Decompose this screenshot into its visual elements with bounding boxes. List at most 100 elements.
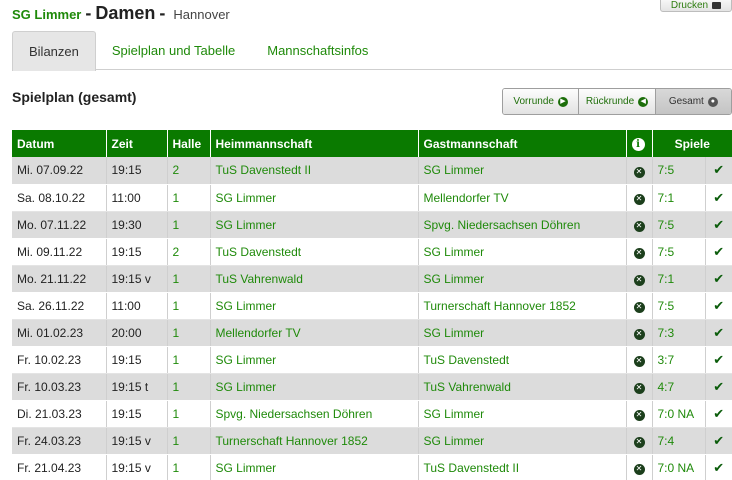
cell-heim-link[interactable]: SG Limmer [210, 346, 419, 374]
col-zeit: Zeit [106, 130, 168, 157]
check-icon: ✔ [713, 459, 725, 475]
cell-heim-link[interactable]: TuS Vahrenwald [210, 265, 419, 293]
col-datum: Datum [12, 130, 107, 157]
cell-gast-link[interactable]: TuS Vahrenwald [418, 373, 627, 401]
cell-gast-link[interactable]: Spvg. Niedersachsen Döhren [418, 211, 627, 239]
title-separator-2: - [159, 3, 166, 23]
check-icon: ✔ [713, 324, 725, 340]
filter-gesamt-button[interactable]: Gesamt ● [655, 89, 731, 114]
cell-halle-link[interactable]: 1 [167, 400, 211, 428]
cell-ergebnis-link[interactable]: 7:3 [652, 319, 706, 347]
table-row: Fr. 21.04.23 19:15 v 1 SG Limmer TuS Davenst… [12, 454, 732, 480]
cell-zeit: 19:15 [106, 157, 168, 185]
cell-ergebnis-link[interactable]: 7:1 [652, 265, 706, 293]
cell-heim-link[interactable]: SG Limmer [210, 454, 419, 480]
close-circle-icon[interactable]: ✕ [633, 220, 645, 232]
check-icon: ✔ [713, 378, 725, 394]
check-icon: ✔ [713, 270, 725, 286]
cell-halle-link[interactable]: 2 [167, 238, 211, 266]
tab-bilanzen[interactable]: Bilanzen [12, 31, 96, 71]
cell-zeit: 19:15 t [106, 373, 168, 401]
cell-ergebnis-link[interactable]: 7:5 [652, 238, 706, 266]
col-gastmannschaft: Gastmannschaft [418, 130, 627, 157]
cell-gast-link[interactable]: SG Limmer [418, 319, 627, 347]
check-icon: ✔ [713, 189, 725, 205]
cell-heim-link[interactable]: Spvg. Niedersachsen Döhren [210, 400, 419, 428]
cell-approved: ✔ [705, 346, 732, 374]
cell-status: ✕ [626, 265, 653, 293]
cell-datum: Mi. 09.11.22 [12, 238, 107, 266]
cell-heim-link[interactable]: TuS Davenstedt [210, 238, 419, 266]
check-icon: ✔ [713, 432, 725, 448]
cell-gast-link[interactable]: SG Limmer [418, 238, 627, 266]
cell-heim-link[interactable]: TuS Davenstedt II [210, 157, 419, 185]
cell-heim-link[interactable]: SG Limmer [210, 373, 419, 401]
cell-ergebnis-link[interactable]: 7:0 NA [652, 454, 706, 480]
print-button[interactable]: Drucken [660, 0, 732, 12]
cell-approved: ✔ [705, 211, 732, 239]
close-circle-icon[interactable]: ✕ [633, 355, 645, 367]
cell-gast-link[interactable]: SG Limmer [418, 427, 627, 455]
table-row: Mo. 21.11.22 19:15 v 1 TuS Vahrenwald SG Lim… [12, 265, 732, 293]
close-circle-icon[interactable]: ✕ [633, 193, 645, 205]
cell-gast-link[interactable]: Mellendorfer TV [418, 184, 627, 212]
close-circle-icon[interactable]: ✕ [633, 463, 645, 475]
close-circle-icon[interactable]: ✕ [633, 382, 645, 394]
close-circle-icon[interactable]: ✕ [633, 301, 645, 313]
cell-halle-link[interactable]: 1 [167, 265, 211, 293]
cell-approved: ✔ [705, 292, 732, 320]
cell-status: ✕ [626, 427, 653, 455]
cell-ergebnis-link[interactable]: 7:0 NA [652, 400, 706, 428]
cell-ergebnis-link[interactable]: 7:1 [652, 184, 706, 212]
cell-gast-link[interactable]: SG Limmer [418, 265, 627, 293]
cell-ergebnis-link[interactable]: 3:7 [652, 346, 706, 374]
close-circle-icon[interactable]: ✕ [633, 328, 645, 340]
cell-ergebnis-link[interactable]: 7:4 [652, 427, 706, 455]
cell-halle-link[interactable]: 1 [167, 184, 211, 212]
cell-zeit: 19:15 [106, 346, 168, 374]
cell-ergebnis-link[interactable]: 7:5 [652, 292, 706, 320]
cell-zeit: 19:15 v [106, 427, 168, 455]
cell-halle-link[interactable]: 1 [167, 211, 211, 239]
cell-halle-link[interactable]: 1 [167, 373, 211, 401]
tab-mannschaftsinfos[interactable]: Mannschaftsinfos [251, 31, 384, 70]
cell-halle-link[interactable]: 1 [167, 292, 211, 320]
cell-zeit: 19:15 [106, 400, 168, 428]
tab-spielplan-und-tabelle[interactable]: Spielplan und Tabelle [96, 31, 251, 70]
cell-halle-link[interactable]: 1 [167, 319, 211, 347]
col-halle: Halle [167, 130, 211, 157]
close-circle-icon[interactable]: ✕ [633, 436, 645, 448]
cell-heim-link[interactable]: Turnerschaft Hannover 1852 [210, 427, 419, 455]
cell-gast-link[interactable]: SG Limmer [418, 157, 627, 185]
title-separator: - [85, 3, 92, 23]
cell-halle-link[interactable]: 1 [167, 346, 211, 374]
cell-status: ✕ [626, 319, 653, 347]
cell-gast-link[interactable]: TuS Davenstedt II [418, 454, 627, 480]
cell-heim-link[interactable]: SG Limmer [210, 211, 419, 239]
cell-ergebnis-link[interactable]: 7:5 [652, 211, 706, 239]
cell-gast-link[interactable]: TuS Davenstedt [418, 346, 627, 374]
cell-gast-link[interactable]: Turnerschaft Hannover 1852 [418, 292, 627, 320]
cell-ergebnis-link[interactable]: 4:7 [652, 373, 706, 401]
cell-gast-link[interactable]: SG Limmer [418, 400, 627, 428]
cell-ergebnis-link[interactable]: 7:5 [652, 157, 706, 185]
filter-rueckrunde-button[interactable]: Rückrunde ◀ [579, 89, 656, 114]
cell-heim-link[interactable]: SG Limmer [210, 184, 419, 212]
cell-halle-link[interactable]: 1 [167, 427, 211, 455]
close-circle-icon[interactable]: ✕ [633, 247, 645, 259]
filter-gesamt-label: Gesamt [668, 96, 704, 107]
cell-halle-link[interactable]: 2 [167, 157, 211, 185]
table-row: Fr. 24.03.23 19:15 v 1 Turnerschaft Hannove… [12, 427, 732, 455]
table-row: Sa. 08.10.22 11:00 1 SG Limmer Mellendorfer … [12, 184, 732, 212]
close-circle-icon[interactable]: ✕ [633, 166, 645, 178]
filter-vorrunde-button[interactable]: Vorrunde ▶ [503, 89, 580, 114]
cell-heim-link[interactable]: Mellendorfer TV [210, 319, 419, 347]
close-circle-icon[interactable]: ✕ [633, 274, 645, 286]
cell-heim-link[interactable]: SG Limmer [210, 292, 419, 320]
cell-zeit: 11:00 [106, 292, 168, 320]
close-circle-icon[interactable]: ✕ [633, 409, 645, 421]
cell-halle-link[interactable]: 1 [167, 454, 211, 480]
club-name-link[interactable]: SG Limmer [12, 7, 81, 22]
check-icon: ✔ [713, 243, 725, 259]
cell-status: ✕ [626, 400, 653, 428]
